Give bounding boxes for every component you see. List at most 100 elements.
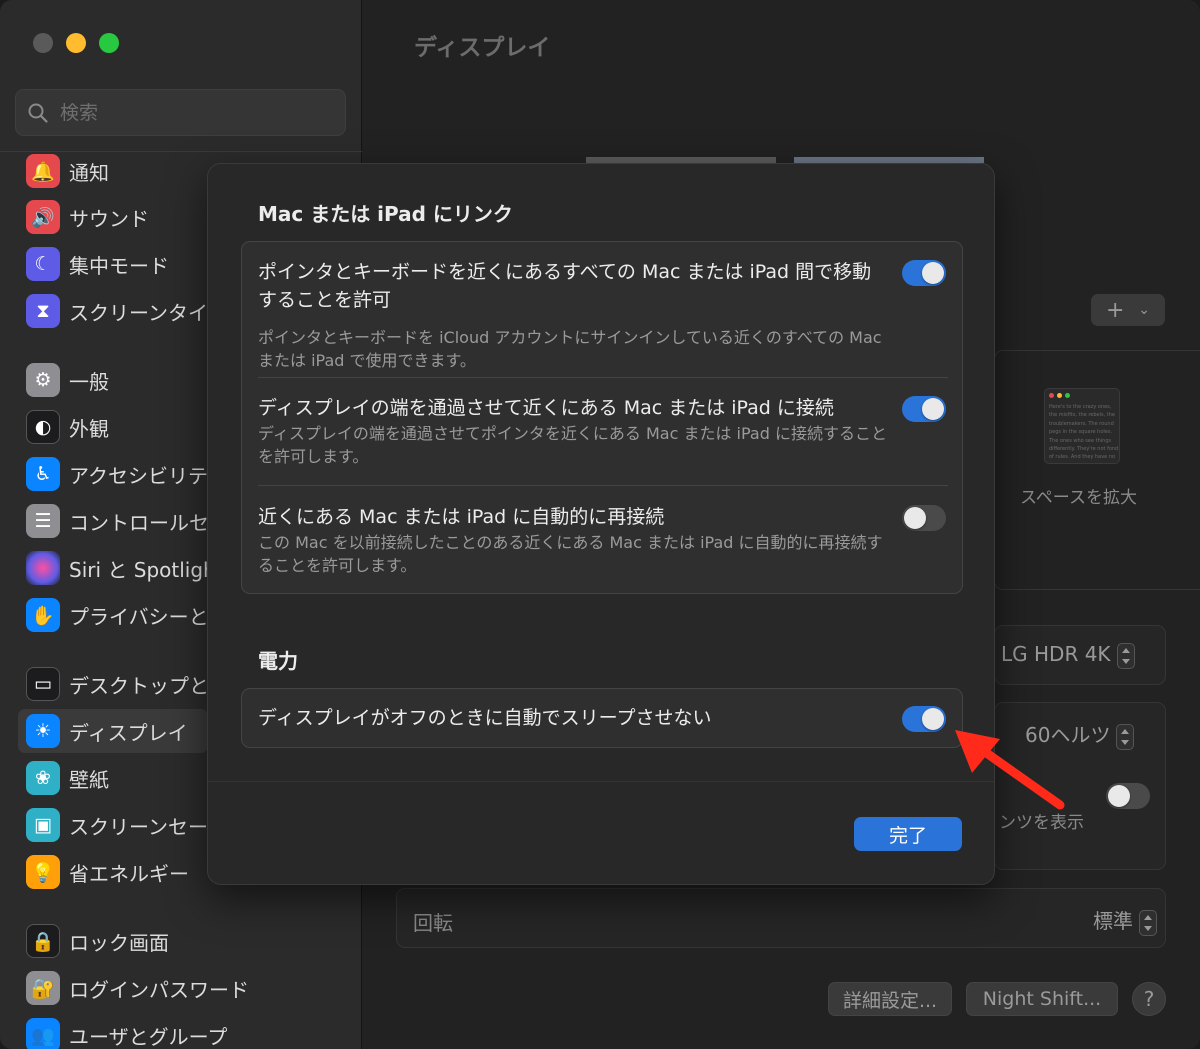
sidebar-item-control-center[interactable]: ☰ コントロールセンター	[18, 499, 269, 543]
rotation-row: 回転 標準	[396, 888, 1166, 948]
control-center-icon: ☰	[26, 504, 60, 538]
sidebar-item-label: スクリーンタイム	[69, 300, 228, 325]
maximize-window-button[interactable]	[99, 33, 119, 53]
sidebar-item-label: 一般	[69, 369, 109, 394]
night-shift-button[interactable]: Night Shift...	[966, 982, 1118, 1016]
stepper-icon	[1139, 909, 1157, 936]
sidebar-item-lock-screen[interactable]: 🔒 ロック画面	[18, 919, 208, 963]
thumbnail-preview-text: Here's to the crazy ones, the misfits, t…	[1049, 404, 1119, 463]
sidebar-item-displays[interactable]: ☀ ディスプレイ	[18, 709, 208, 753]
power-settings-group: ディスプレイがオフのときに自動でスリープさせない	[241, 688, 963, 748]
advanced-settings-button[interactable]: 詳細設定...	[828, 982, 952, 1016]
resolution-preview-thumbnail[interactable]: Here's to the crazy ones, the misfits, t…	[1044, 388, 1120, 464]
sidebar-item-sound[interactable]: 🔊 サウンド	[18, 195, 208, 239]
sidebar-item-appearance[interactable]: ◐ 外観	[18, 405, 208, 449]
add-display-button[interactable]: + ⌄	[1091, 294, 1165, 326]
lightbulb-icon: 💡	[26, 855, 60, 889]
rotation-value: 標準	[1093, 909, 1133, 933]
monitor-select[interactable]: LG HDR 4K	[1001, 642, 1135, 669]
more-space-label: スペースを拡大	[1020, 488, 1137, 508]
screensaver-icon: ▣	[26, 808, 60, 842]
settings-row: ポインタとキーボードを近くにあるすべての Mac または iPad 間で移動する…	[258, 258, 948, 370]
row-title: ディスプレイがオフのときに自動でスリープさせない	[258, 707, 712, 729]
speaker-icon: 🔊	[26, 200, 60, 234]
rotation-select[interactable]: 標準	[1093, 905, 1157, 936]
sidebar-item-label: 外観	[69, 416, 109, 441]
link-settings-group: ポインタとキーボードを近くにあるすべての Mac または iPad 間で移動する…	[241, 241, 963, 594]
accessibility-icon: ♿	[26, 457, 60, 491]
prevent-sleep-toggle[interactable]	[902, 706, 946, 732]
done-button[interactable]: 完了	[854, 817, 962, 851]
sidebar-item-notifications[interactable]: 🔔 通知	[18, 149, 208, 193]
hdr-content-toggle[interactable]	[1106, 783, 1150, 809]
gear-icon: ⚙	[26, 363, 60, 397]
row-divider	[258, 377, 948, 378]
sidebar-item-label: Siri と Spotlight	[69, 557, 224, 582]
link-section-title: Mac または iPad にリンク	[258, 202, 513, 226]
sidebar-item-screensaver[interactable]: ▣ スクリーンセーバ	[18, 803, 228, 847]
hourglass-icon: ⧗	[26, 294, 60, 328]
sidebar-item-label: サウンド	[69, 206, 149, 231]
plus-icon: +	[1105, 297, 1125, 323]
sidebar-item-label: ユーザとグループ	[69, 1024, 228, 1049]
page-title: ディスプレイ	[414, 35, 551, 61]
sidebar-item-privacy-security[interactable]: ✋ プライバシーとセキュリティ	[18, 593, 327, 637]
settings-row: 近くにある Mac または iPad に自動的に再接続 この Mac を以前接続…	[258, 503, 948, 583]
annotation-arrow-icon	[955, 730, 1065, 810]
help-button[interactable]: ?	[1132, 982, 1166, 1016]
settings-row: ディスプレイがオフのときに自動でスリープさせない	[258, 704, 948, 734]
close-window-button[interactable]	[33, 33, 53, 53]
rotation-label: 回転	[413, 911, 453, 935]
row-description: この Mac を以前接続したことのある近くにある Mac または iPad に自…	[258, 533, 883, 575]
sidebar-item-wallpaper[interactable]: ❀ 壁紙	[18, 756, 208, 800]
sidebar-item-label: スクリーンセーバ	[69, 814, 228, 839]
thumbnail-window-controls	[1049, 393, 1070, 398]
auto-reconnect-toggle[interactable]	[902, 505, 946, 531]
search-field[interactable]	[15, 89, 346, 136]
push-through-edge-toggle[interactable]	[902, 396, 946, 422]
sun-icon: ☀	[26, 714, 60, 748]
siri-icon	[26, 551, 60, 585]
sidebar-item-label: ディスプレイ	[69, 720, 188, 745]
advanced-settings-sheet: Mac または iPad にリンク ポインタとキーボードを近くにあるすべての M…	[207, 163, 995, 885]
settings-row: ディスプレイの端を通過させて近くにある Mac または iPad に接続 ディス…	[258, 394, 948, 474]
sidebar-item-label: 省エネルギー	[69, 861, 189, 886]
stepper-icon	[1116, 723, 1135, 750]
sheet-divider	[208, 781, 994, 782]
desktop-icon: ▭	[26, 667, 60, 701]
row-title: 近くにある Mac または iPad に自動的に再接続	[258, 506, 665, 528]
power-section-title: 電力	[258, 649, 298, 673]
sidebar-item-energy-saver[interactable]: 💡 省エネルギー	[18, 850, 208, 894]
sidebar-item-focus[interactable]: ☾ 集中モード	[18, 242, 208, 286]
sidebar-item-general[interactable]: ⚙ 一般	[18, 358, 208, 402]
search-input[interactable]	[60, 98, 330, 128]
chevron-down-icon: ⌄	[1138, 302, 1151, 318]
search-icon	[28, 103, 48, 123]
sidebar-item-accessibility[interactable]: ♿ アクセシビリティ	[18, 452, 227, 496]
sidebar-item-label: 通知	[69, 160, 109, 185]
row-description: ポインタとキーボードを iCloud アカウントにサインインしている近くのすべて…	[258, 328, 882, 370]
users-icon: 👥	[26, 1018, 60, 1049]
lock-icon: 🔒	[26, 924, 60, 958]
sidebar-item-screen-time[interactable]: ⧗ スクリーンタイム	[18, 289, 228, 333]
row-title: ポインタとキーボードを近くにあるすべての Mac または iPad 間で移動する…	[258, 261, 872, 311]
row-title: ディスプレイの端を通過させて近くにある Mac または iPad に接続	[258, 397, 834, 419]
hand-icon: ✋	[26, 598, 60, 632]
padlock-icon: 🔐	[26, 971, 60, 1005]
sidebar-item-label: ロック画面	[69, 930, 169, 955]
appearance-icon: ◐	[26, 410, 60, 444]
moon-icon: ☾	[26, 247, 60, 281]
sidebar-item-label: 壁紙	[69, 767, 109, 792]
window-controls	[33, 33, 119, 53]
system-settings-window: 🔔 通知 🔊 サウンド ☾ 集中モード ⧗ スクリーンタイム ⚙ 一般 ◐ 外観	[0, 0, 1200, 1049]
sidebar-item-users-groups[interactable]: 👥 ユーザとグループ	[18, 1013, 227, 1049]
flower-icon: ❀	[26, 761, 60, 795]
sidebar-item-desktop-dock[interactable]: ▭ デスクトップとDock	[18, 662, 259, 706]
monitor-value: LG HDR 4K	[1001, 642, 1111, 666]
sidebar-item-login-password[interactable]: 🔐 ログインパスワード	[18, 966, 249, 1010]
row-divider	[258, 485, 948, 486]
stepper-icon	[1116, 642, 1135, 669]
minimize-window-button[interactable]	[66, 33, 86, 53]
universal-control-toggle[interactable]	[902, 260, 946, 286]
sidebar-item-siri-spotlight[interactable]: Siri と Spotlight	[18, 546, 224, 590]
